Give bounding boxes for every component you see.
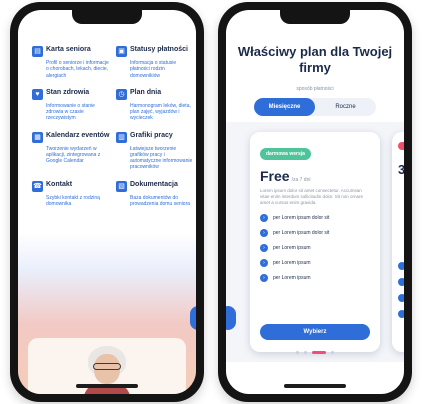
check-icon: [398, 278, 404, 286]
senior-card-icon: ▤: [32, 46, 43, 57]
pagination-dot-active[interactable]: [312, 351, 326, 354]
feature-description: Profil o seniorze i informacje o choroba…: [46, 60, 109, 79]
health-icon: ♥: [32, 88, 43, 100]
plan-badge: [398, 142, 404, 150]
list-item: › per Lorem ipsum dolor sit: [260, 228, 370, 237]
plan-price: Free: [260, 168, 290, 184]
toggle-yearly[interactable]: Roczne: [315, 98, 376, 116]
feature-description: Szybki kontakt z rodziną domownika: [46, 194, 100, 207]
billing-toggle: Miesięczne Roczne: [254, 98, 376, 116]
feature-dokumentacja[interactable]: ▧ Dokumentacja Baza dokumentów do prowad…: [116, 180, 194, 208]
pagination-dot[interactable]: [296, 351, 299, 354]
feature-grafiki-pracy[interactable]: ▥ Grafiki pracy Łatwiejsze tworzenie gra…: [116, 131, 194, 171]
plan-card-next[interactable]: 3: [392, 132, 404, 352]
feature-karta-seniora[interactable]: ▤ Karta seniora Profil o seniorze i info…: [32, 46, 110, 79]
carousel-next-arrow[interactable]: [190, 306, 196, 330]
schedule-icon: ▥: [116, 131, 127, 143]
page-title: Właściwy plan dla Twojej firmy: [237, 44, 393, 75]
check-icon: ›: [260, 258, 268, 267]
contact-icon: ☎: [32, 180, 43, 192]
pagination-dot[interactable]: [304, 351, 307, 354]
home-indicator[interactable]: [284, 384, 346, 388]
pricing-screen: Właściwy plan dla Twojej firmy sposób pł…: [226, 10, 404, 394]
feature-description: Tworzenie wydarzeń w aplikacji, zintegro…: [46, 145, 101, 165]
document-icon: ▧: [116, 180, 127, 192]
plan-period: /za 7 dni: [291, 177, 311, 183]
payment-method-label: sposób płatności: [296, 86, 334, 92]
check-icon: ›: [260, 213, 268, 222]
feature-description: Informacja o statusie płatności rodzin d…: [130, 60, 177, 79]
plan-features: › per Lorem ipsum dolor sit › per Lorem …: [260, 213, 370, 282]
home-indicator[interactable]: [76, 384, 138, 388]
plan-badge: darmowa wersja: [260, 148, 311, 160]
features-screen: ▤ Karta seniora Profil o seniorze i info…: [18, 10, 196, 394]
feature-title: Kontakt: [46, 180, 73, 188]
status-icon: ▣: [116, 46, 127, 57]
plan-price: 3: [398, 162, 404, 177]
list-item: › per Lorem ipsum: [260, 258, 370, 267]
toggle-monthly[interactable]: Miesięczne: [254, 98, 315, 116]
phone-right: Właściwy plan dla Twojej firmy sposób pł…: [218, 2, 412, 402]
feature-kontakt[interactable]: ☎ Kontakt Szybki kontakt z rodziną domow…: [32, 180, 110, 208]
carousel-prev-arrow[interactable]: [226, 306, 236, 330]
phone-notch: [72, 10, 142, 24]
check-icon: ›: [260, 228, 268, 237]
check-icon: [398, 310, 404, 318]
carousel-pagination: [226, 351, 404, 354]
feature-grid: ▤ Karta seniora Profil o seniorze i info…: [32, 46, 194, 207]
feature-description: Informowanie o stanie zdrowia w czasie r…: [46, 102, 95, 122]
feature-kalendarz-eventow[interactable]: ▦ Kalendarz eventów Tworzenie wydarzeń w…: [32, 131, 110, 171]
feature-title: Kalendarz eventów: [46, 131, 110, 139]
plan-description: Lorem ipsum dolor sit amet consectetur. …: [260, 188, 364, 205]
plan-card-free: darmowa wersja Free /za 7 dni Lorem ipsu…: [250, 132, 380, 352]
day-plan-icon: ◷: [116, 88, 127, 100]
feature-title: Dokumentacja: [130, 180, 178, 188]
choose-plan-button[interactable]: Wybierz: [260, 324, 370, 340]
list-item: › per Lorem ipsum: [260, 273, 370, 282]
list-item: › per Lorem ipsum: [260, 243, 370, 252]
check-icon: ›: [260, 273, 268, 282]
feature-stan-zdrowia[interactable]: ♥ Stan zdrowia Informowanie o stanie zdr…: [32, 88, 110, 122]
phone-left: ▤ Karta seniora Profil o seniorze i info…: [10, 2, 204, 402]
feature-description: Harmonogram leków, dieta, plan zajęć, wy…: [130, 102, 191, 122]
feature-title: Grafiki pracy: [130, 131, 173, 139]
feature-title: Statusy płatności: [130, 46, 188, 53]
calendar-icon: ▦: [32, 131, 43, 143]
feature-description: Łatwiejsze tworzenie grafików pracy i au…: [130, 145, 193, 171]
feature-description: Baza dokumentów do prowadzenia domu seni…: [130, 194, 191, 207]
phone-notch: [280, 10, 350, 24]
pagination-dot[interactable]: [331, 351, 334, 354]
feature-statusy-platnosci[interactable]: ▣ Statusy płatności Informacja o statusi…: [116, 46, 194, 79]
feature-title: Karta seniora: [46, 46, 91, 53]
check-icon: [398, 294, 404, 302]
list-item: › per Lorem ipsum dolor sit: [260, 213, 370, 222]
check-icon: ›: [260, 243, 268, 252]
check-icon: [398, 262, 404, 270]
feature-plan-dnia[interactable]: ◷ Plan dnia Harmonogram leków, dieta, pl…: [116, 88, 194, 122]
feature-title: Plan dnia: [130, 88, 162, 96]
feature-title: Stan zdrowia: [46, 88, 90, 96]
